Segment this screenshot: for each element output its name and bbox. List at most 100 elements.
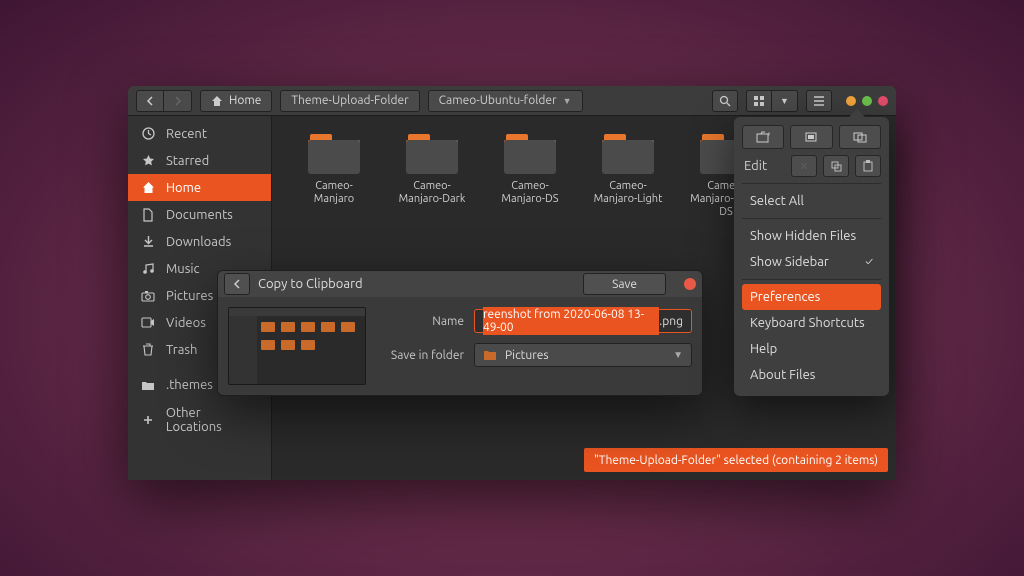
forward-button[interactable]: [164, 90, 192, 112]
save-dialog: Copy to Clipboard Save Name reenshot fro…: [217, 270, 703, 396]
download-icon: [140, 235, 156, 248]
back-button[interactable]: [136, 90, 164, 112]
breadcrumb-home[interactable]: Home: [200, 90, 272, 112]
dialog-back-button[interactable]: [224, 273, 250, 295]
folder-label: Cameo- Manjaro-Light: [594, 180, 663, 206]
menu-item-show-sidebar[interactable]: Show Sidebar: [742, 249, 881, 275]
paste-icon: [863, 160, 873, 172]
search-icon: [719, 95, 731, 107]
new-folder-button[interactable]: +: [742, 125, 784, 149]
dialog-title: Copy to Clipboard: [258, 277, 363, 291]
menu-item-preferences[interactable]: Preferences: [742, 284, 881, 310]
status-bar: "Theme-Upload-Folder" selected (containi…: [584, 448, 888, 472]
sidebar-item-label: Documents: [166, 208, 233, 222]
sidebar-item-label: .themes: [166, 378, 213, 392]
document-icon: [140, 208, 156, 222]
music-icon: [140, 262, 156, 275]
folder-icon: [140, 379, 156, 391]
new-window-button[interactable]: [839, 125, 881, 149]
camera-icon: [140, 290, 156, 302]
sidebar-item-documents[interactable]: Documents: [128, 201, 271, 228]
edit-label: Edit: [742, 155, 785, 177]
svg-text:+: +: [767, 131, 770, 138]
status-text: "Theme-Upload-Folder" selected (containi…: [594, 454, 878, 467]
view-switcher: ▼: [746, 90, 798, 112]
sidebar-item-label: Recent: [166, 127, 207, 141]
sidebar-item-label: Other Locations: [166, 406, 259, 434]
sidebar-item-label: Downloads: [166, 235, 231, 249]
cut-icon: ✕: [799, 160, 808, 173]
sidebar-item-starred[interactable]: Starred: [128, 147, 271, 174]
breadcrumb-2[interactable]: Cameo-Ubuntu-folder ▼: [428, 90, 583, 112]
view-options-button[interactable]: ▼: [772, 90, 798, 112]
sidebar-item-label: Videos: [166, 316, 206, 330]
grid-icon: [753, 95, 765, 107]
filename-suffix: .png: [659, 315, 683, 328]
breadcrumb-home-label: Home: [229, 94, 261, 107]
minimize-button[interactable]: [846, 96, 856, 106]
folder-icon: [308, 134, 360, 174]
dialog-close-button[interactable]: [684, 278, 696, 290]
menu-item-help[interactable]: Help: [742, 336, 881, 362]
nav-buttons: [136, 90, 192, 112]
search-button[interactable]: [712, 90, 738, 112]
menu-icon: [813, 96, 825, 106]
sidebar-item-home[interactable]: Home: [128, 174, 271, 201]
sidebar-item-recent[interactable]: Recent: [128, 120, 271, 147]
folder-label: Cameo- Manjaro: [314, 180, 354, 206]
folder-icon: [483, 349, 497, 361]
menu-item-select-all[interactable]: Select All: [742, 188, 881, 214]
filename-input[interactable]: reenshot from 2020-06-08 13-49-00.png: [474, 309, 692, 333]
home-icon: [211, 95, 223, 107]
folder-item[interactable]: Cameo- Manjaro: [290, 134, 378, 219]
sidebar-item-downloads[interactable]: Downloads: [128, 228, 271, 255]
home-icon: [140, 181, 156, 194]
menu-item-keyboard-shortcuts[interactable]: Keyboard Shortcuts: [742, 310, 881, 336]
breadcrumb-2-label: Cameo-Ubuntu-folder: [439, 94, 557, 107]
menu-item-show-hidden-files[interactable]: Show Hidden Files: [742, 223, 881, 249]
sidebar-item-label: Music: [166, 262, 200, 276]
chevron-down-icon: ▼: [780, 96, 789, 106]
new-tab-button[interactable]: [790, 125, 832, 149]
new-folder-icon: +: [756, 131, 770, 143]
window-icon: [853, 131, 867, 143]
maximize-button[interactable]: [862, 96, 872, 106]
folder-icon: [504, 134, 556, 174]
trash-icon: [140, 343, 156, 356]
folder-label: Save in folder: [378, 349, 464, 362]
save-button[interactable]: Save: [583, 273, 666, 295]
cut-button[interactable]: ✕: [791, 155, 817, 177]
folder-icon: [406, 134, 458, 174]
folder-label: Cameo- Manjaro-DS: [501, 180, 558, 206]
chevron-down-icon: ▼: [563, 96, 572, 106]
sidebar-item-other-locations[interactable]: Other Locations: [128, 406, 271, 433]
grid-view-button[interactable]: [746, 90, 772, 112]
hamburger-popover: + Edit ✕ Select AllSho: [734, 117, 889, 396]
video-icon: [140, 317, 156, 328]
dialog-header: Copy to Clipboard Save: [218, 271, 702, 297]
name-label: Name: [378, 315, 464, 328]
folder-item[interactable]: Cameo- Manjaro-Dark: [388, 134, 476, 219]
filename-selected: reenshot from 2020-06-08 13-49-00: [483, 307, 659, 335]
breadcrumb-1[interactable]: Theme-Upload-Folder: [280, 90, 419, 112]
folder-item[interactable]: Cameo- Manjaro-DS: [486, 134, 574, 219]
sidebar-item-label: Trash: [166, 343, 197, 357]
sidebar-item-label: Starred: [166, 154, 209, 168]
menu-item-about-files[interactable]: About Files: [742, 362, 881, 388]
folder-select-value: Pictures: [505, 349, 549, 362]
sidebar-item-label: Home: [166, 181, 201, 195]
sidebar-item-label: Pictures: [166, 289, 213, 303]
folder-select[interactable]: Pictures ▼: [474, 343, 692, 367]
paste-button[interactable]: [855, 155, 881, 177]
hamburger-button[interactable]: [806, 90, 832, 112]
folder-icon: [602, 134, 654, 174]
screenshot-thumbnail: [228, 307, 366, 385]
titlebar: Home Theme-Upload-Folder Cameo-Ubuntu-fo…: [128, 86, 896, 116]
close-button[interactable]: [878, 96, 888, 106]
plus-icon: [140, 414, 156, 426]
copy-icon: [831, 161, 842, 172]
copy-button[interactable]: [823, 155, 849, 177]
folder-item[interactable]: Cameo- Manjaro-Light: [584, 134, 672, 219]
tab-icon: [804, 131, 818, 143]
star-icon: [140, 154, 156, 167]
